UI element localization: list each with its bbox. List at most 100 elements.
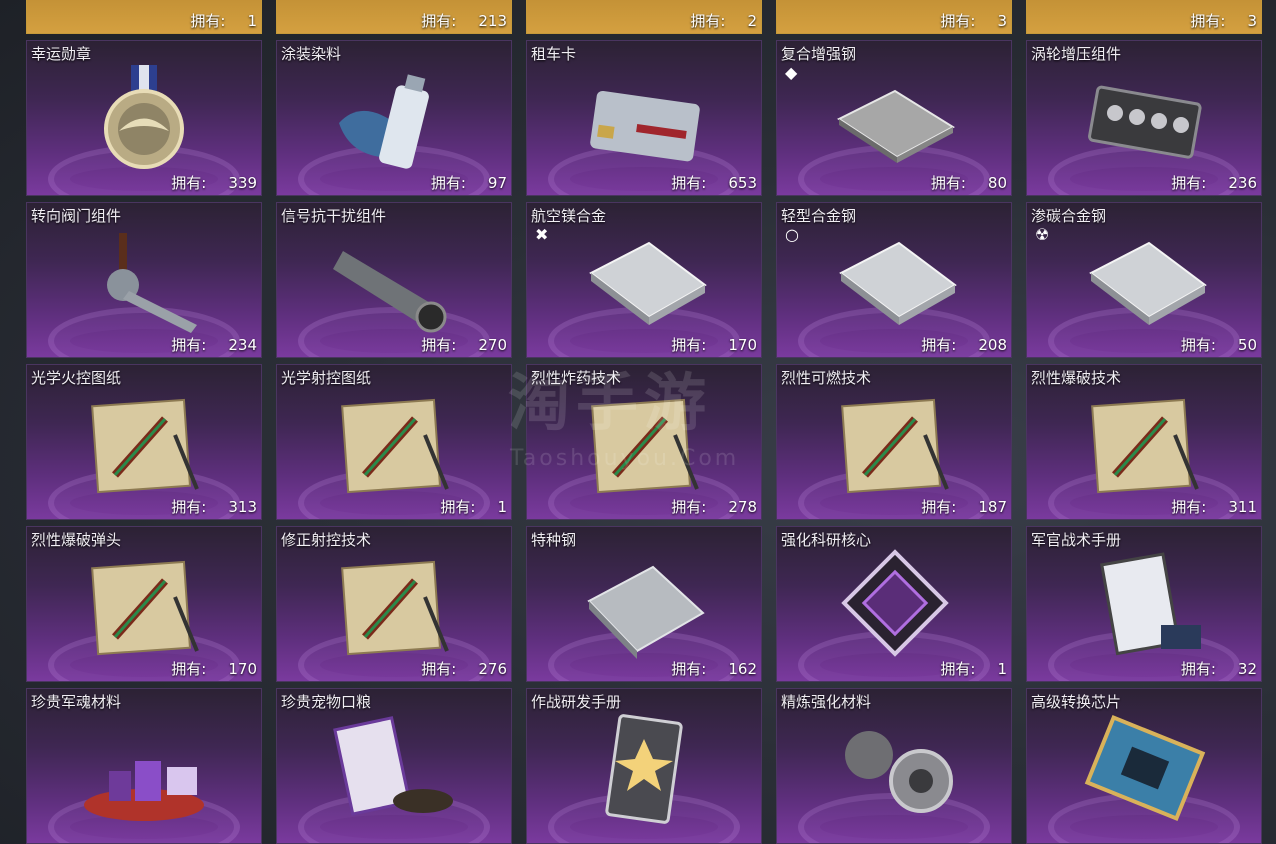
manual-icon <box>1079 547 1209 665</box>
item-name: 烈性可燃技术 <box>781 369 872 387</box>
owned-label: 拥有: <box>940 12 976 30</box>
owned-value: 3 <box>997 12 1007 30</box>
owned-value: 187 <box>978 498 1007 516</box>
item-card[interactable]: 航空镁合金 ✖ 拥有: 170 <box>526 202 762 358</box>
owned-count: 拥有: 236 <box>1171 172 1257 193</box>
ingot-icon <box>579 547 709 665</box>
item-name: 精炼强化材料 <box>781 693 872 711</box>
item-card[interactable]: 修正射控技术 拥有: 276 <box>276 526 512 682</box>
owned-value: 276 <box>478 660 507 678</box>
owned-count: 拥有: 213 <box>421 10 507 31</box>
owned-count: 拥有: 170 <box>171 658 257 679</box>
item-name: 烈性炸药技术 <box>531 369 622 387</box>
item-card[interactable]: 复合增强钢 ◆ 拥有: 80 <box>776 40 1012 196</box>
item-card[interactable]: 军官战术手册拥有: 32 <box>1026 526 1262 682</box>
owned-count: 拥有: 3 <box>1190 10 1257 31</box>
owned-value: 1 <box>247 12 257 30</box>
owned-value: 311 <box>1228 498 1257 516</box>
item-card[interactable]: 强化科研核心 拥有: 1 <box>776 526 1012 682</box>
item-card-top[interactable]: 拥有: 213 <box>276 0 512 34</box>
owned-label: 拥有: <box>440 498 476 516</box>
item-name: 军官战术手册 <box>1031 531 1122 549</box>
blueprint-icon <box>329 385 459 503</box>
item-card[interactable]: 作战研发手册 <box>526 688 762 844</box>
item-card-top[interactable]: 拥有: 3 <box>1026 0 1262 34</box>
item-card[interactable]: 涂装染料 拥有: 97 <box>276 40 512 196</box>
owned-count: 拥有: 653 <box>671 172 757 193</box>
blueprint-icon <box>79 547 209 665</box>
owned-count: 拥有: 339 <box>171 172 257 193</box>
item-card[interactable]: 烈性炸药技术拥有: 278 <box>526 364 762 520</box>
owned-label: 拥有: <box>171 174 207 192</box>
item-card[interactable]: 珍贵宠物口粮 <box>276 688 512 844</box>
item-name: 烈性爆破技术 <box>1031 369 1122 387</box>
potion-icon <box>79 709 209 827</box>
owned-count: 拥有: 1 <box>440 496 507 517</box>
owned-value: 170 <box>728 336 757 354</box>
owned-value: 208 <box>978 336 1007 354</box>
item-card[interactable]: 租车卡 拥有: 653 <box>526 40 762 196</box>
scope-icon <box>329 223 459 341</box>
engine-icon <box>1079 61 1209 179</box>
owned-value: 32 <box>1237 660 1257 678</box>
item-name: 渗碳合金钢 <box>1031 207 1107 225</box>
owned-value: 170 <box>228 660 257 678</box>
item-card-top[interactable]: 拥有: 2 <box>526 0 762 34</box>
item-card[interactable]: 烈性爆破技术拥有: 311 <box>1026 364 1262 520</box>
item-name: 涂装染料 <box>281 45 342 63</box>
item-card[interactable]: 信号抗干扰组件 拥有: 270 <box>276 202 512 358</box>
owned-value: 339 <box>228 174 257 192</box>
owned-count: 拥有: 162 <box>671 658 757 679</box>
owned-count: 拥有: 170 <box>671 334 757 355</box>
owned-count: 拥有: 313 <box>171 496 257 517</box>
food-bag-icon <box>329 709 459 827</box>
owned-label: 拥有: <box>1171 174 1207 192</box>
item-card[interactable]: 精炼强化材料 <box>776 688 1012 844</box>
owned-value: 80 <box>987 174 1007 192</box>
item-card[interactable]: 珍贵军魂材料 <box>26 688 262 844</box>
item-name: 轻型合金钢 <box>781 207 857 225</box>
item-name: 复合增强钢 <box>781 45 857 63</box>
valve-icon <box>79 223 209 341</box>
card-icon <box>579 61 709 179</box>
medal-icon <box>79 61 209 179</box>
owned-count: 拥有: 3 <box>940 10 1007 31</box>
item-name: 光学火控图纸 <box>31 369 122 387</box>
inventory-grid: 拥有: 1 拥有: 213 拥有: 2 拥有: 3 拥有: 3 幸运勋章 拥有: 339 涂装染料 拥有: 9… <box>0 0 1276 844</box>
owned-label: 拥有: <box>930 174 966 192</box>
item-card-top[interactable]: 拥有: 3 <box>776 0 1012 34</box>
owned-count: 拥有: 270 <box>421 334 507 355</box>
item-card[interactable]: 幸运勋章 拥有: 339 <box>26 40 262 196</box>
item-card[interactable]: 高级转换芯片 <box>1026 688 1262 844</box>
grade-mark-icon: ◆ <box>785 63 798 82</box>
item-card[interactable]: 光学火控图纸拥有: 313 <box>26 364 262 520</box>
owned-label: 拥有: <box>690 12 726 30</box>
grade-mark-icon: ☢ <box>1035 225 1050 244</box>
item-card[interactable]: 光学射控图纸 拥有: 1 <box>276 364 512 520</box>
owned-label: 拥有: <box>921 498 957 516</box>
item-card[interactable]: 烈性可燃技术拥有: 187 <box>776 364 1012 520</box>
owned-label: 拥有: <box>171 336 207 354</box>
research-card-icon <box>579 709 709 827</box>
owned-value: 234 <box>228 336 257 354</box>
item-card[interactable]: 烈性爆破弹头拥有: 170 <box>26 526 262 682</box>
owned-label: 拥有: <box>430 174 466 192</box>
item-card[interactable]: 涡轮增压组件 拥有: 236 <box>1026 40 1262 196</box>
item-card[interactable]: 特种钢拥有: 162 <box>526 526 762 682</box>
item-card-top[interactable]: 拥有: 1 <box>26 0 262 34</box>
item-name: 作战研发手册 <box>531 693 622 711</box>
owned-count: 拥有: 278 <box>671 496 757 517</box>
owned-label: 拥有: <box>171 498 207 516</box>
blueprint-icon <box>579 385 709 503</box>
item-name: 烈性爆破弹头 <box>31 531 122 549</box>
item-card[interactable]: 渗碳合金钢 ☢ 拥有: 50 <box>1026 202 1262 358</box>
owned-label: 拥有: <box>671 174 707 192</box>
item-name: 特种钢 <box>531 531 577 549</box>
owned-value: 1 <box>997 660 1007 678</box>
owned-count: 拥有: 311 <box>1171 496 1257 517</box>
owned-value: 50 <box>1237 336 1257 354</box>
owned-label: 拥有: <box>1180 660 1216 678</box>
blueprint-icon <box>79 385 209 503</box>
item-card[interactable]: 转向阀门组件 拥有: 234 <box>26 202 262 358</box>
item-card[interactable]: 轻型合金钢 ○ 拥有: 208 <box>776 202 1012 358</box>
